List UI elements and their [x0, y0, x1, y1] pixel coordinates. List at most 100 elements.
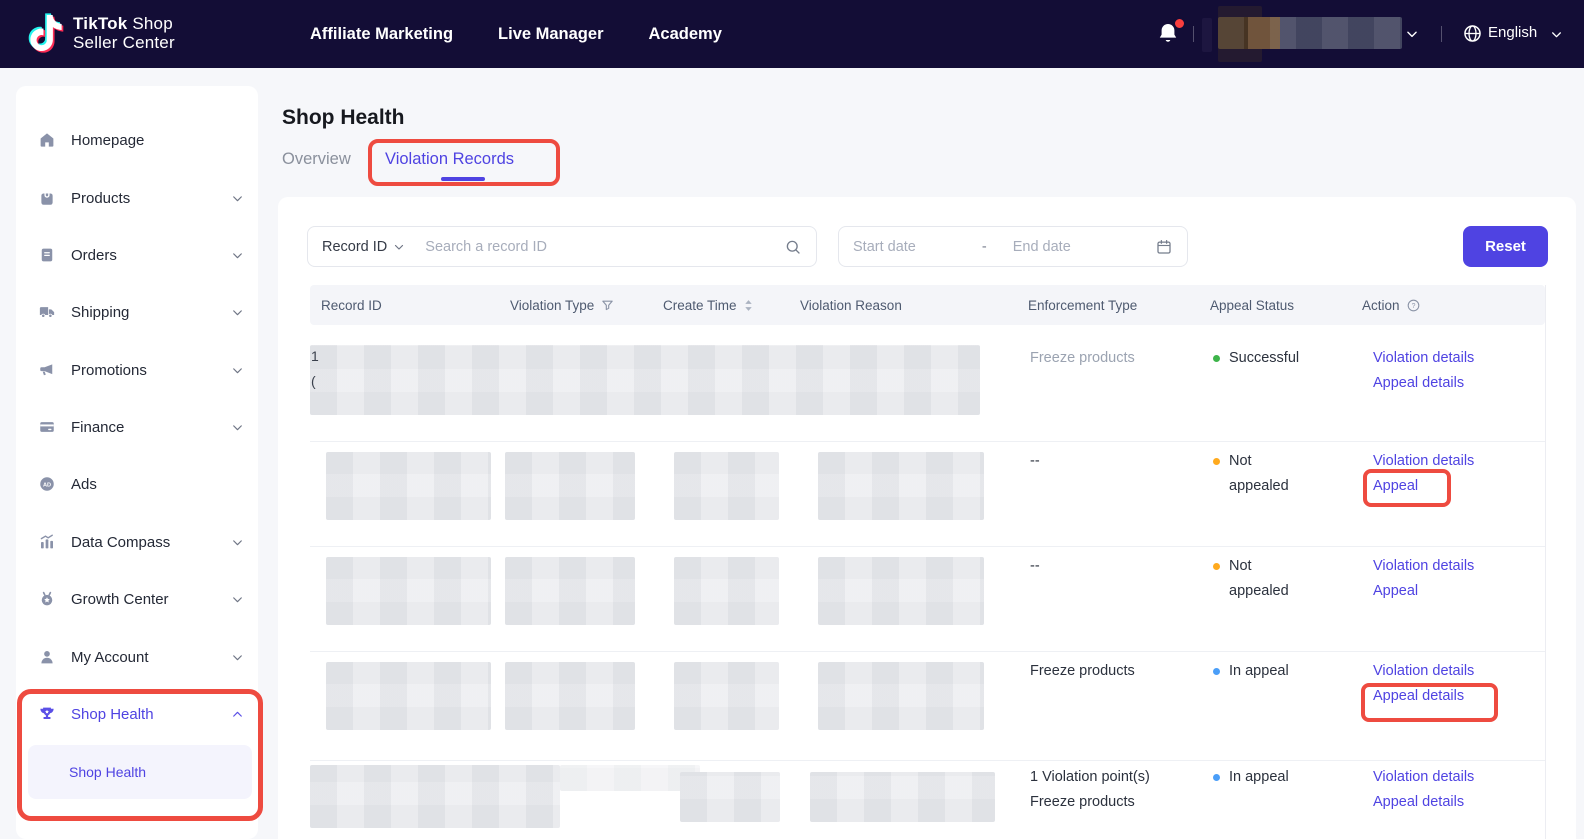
redacted-cell [326, 662, 491, 730]
sidebar-item-my-account[interactable]: My Account [38, 635, 244, 679]
sidebar-item-products[interactable]: Products [38, 176, 244, 220]
end-date-field[interactable]: End date [1013, 239, 1071, 255]
notification-badge [1173, 17, 1186, 30]
table-row[interactable]: 1 Violation point(s) Freeze products In … [310, 760, 1545, 839]
chevron-down-icon [231, 249, 244, 262]
redacted-cell [810, 772, 995, 822]
redacted-cell [818, 662, 984, 730]
sidebar-item-homepage[interactable]: Homepage [38, 118, 244, 162]
chevron-down-icon [231, 306, 244, 319]
chevron-down-icon [231, 421, 244, 434]
violation-details-link[interactable]: Violation details [1373, 346, 1533, 371]
table-row[interactable]: Freeze products In appeal Violation deta… [310, 651, 1545, 761]
sidebar-item-finance[interactable]: Finance [38, 405, 244, 449]
appeal-details-link[interactable]: Appeal details [1373, 684, 1533, 709]
table-row[interactable]: -- Not appealed Violation details Appeal [310, 441, 1545, 547]
violation-details-link[interactable]: Violation details [1373, 449, 1533, 474]
data-compass-icon [38, 533, 56, 551]
chevron-up-icon [231, 708, 244, 721]
navbar-item-live-manager[interactable]: Live Manager [498, 25, 603, 44]
date-range-separator: - [982, 239, 987, 255]
navbar-menu: Affiliate Marketing Live Manager Academy [310, 0, 722, 68]
appeal-details-link[interactable]: Appeal details [1373, 790, 1533, 815]
action-links: Violation details Appeal details [1373, 765, 1533, 815]
notifications-button[interactable] [1156, 21, 1182, 47]
col-appeal-status: Appeal Status [1210, 285, 1294, 325]
tab-violation-records[interactable]: Violation Records [385, 150, 514, 169]
promotions-icon [38, 361, 56, 379]
start-date-field[interactable]: Start date [853, 239, 916, 255]
sidebar-subitem-shop-health[interactable]: Shop Health [28, 745, 252, 799]
enforcement-type: Freeze products [1030, 659, 1205, 684]
shop-health-icon [38, 705, 56, 723]
reset-button[interactable]: Reset [1463, 226, 1548, 267]
app-logo-text: TikTok Shop Seller Center [73, 14, 175, 52]
svg-text:AD: AD [43, 482, 51, 488]
sidebar-item-promotions[interactable]: Promotions [38, 348, 244, 392]
date-range-picker[interactable]: Start date - End date [838, 226, 1188, 267]
chevron-down-icon [393, 241, 405, 253]
navbar-item-academy[interactable]: Academy [649, 25, 722, 44]
violation-details-link[interactable]: Violation details [1373, 659, 1533, 684]
search-icon[interactable] [784, 238, 802, 256]
page-title: Shop Health [282, 106, 405, 130]
products-icon [38, 189, 56, 207]
enforcement-type: -- [1030, 554, 1205, 579]
redacted-cell: 1 ( [310, 345, 980, 415]
tab-overview[interactable]: Overview [282, 150, 351, 169]
calendar-icon [1155, 238, 1173, 256]
appeal-status: In appeal [1213, 659, 1353, 684]
col-enforcement-type: Enforcement Type [1028, 285, 1137, 325]
main-card: Record ID Start date - End date Reset Re… [278, 197, 1576, 839]
navbar-divider [1193, 26, 1194, 42]
sidebar-item-data-compass[interactable]: Data Compass [38, 520, 244, 564]
help-icon[interactable]: ? [1406, 298, 1421, 313]
user-redacted [1202, 18, 1212, 52]
app-logo[interactable]: TikTok Shop Seller Center [28, 13, 175, 53]
table-row[interactable]: -- Not appealed Violation details Appeal [310, 546, 1545, 652]
sidebar-item-orders[interactable]: Orders [38, 233, 244, 277]
col-record-id: Record ID [321, 285, 382, 325]
appeal-link[interactable]: Appeal [1373, 474, 1533, 499]
globe-icon [1462, 23, 1483, 44]
search-input[interactable] [423, 238, 784, 256]
redacted-cell [674, 557, 779, 625]
filter-icon[interactable] [600, 298, 615, 313]
tiktok-logo-icon [28, 13, 64, 53]
redacted-cell [818, 452, 984, 520]
chevron-down-icon[interactable] [1405, 27, 1419, 41]
action-links: Violation details Appeal details [1373, 346, 1533, 396]
chevron-down-icon [231, 364, 244, 377]
user-name-redacted[interactable] [1218, 17, 1402, 49]
navbar-item-affiliate-marketing[interactable]: Affiliate Marketing [310, 25, 453, 44]
svg-text:?: ? [1411, 303, 1415, 310]
sidebar-item-growth-center[interactable]: Growth Center [38, 577, 244, 621]
appeal-status: Successful [1213, 346, 1353, 371]
action-links: Violation details Appeal details [1373, 659, 1533, 709]
violation-details-link[interactable]: Violation details [1373, 765, 1533, 790]
sidebar-item-ads[interactable]: AD Ads [38, 462, 244, 506]
col-violation-type: Violation Type [510, 285, 615, 325]
violation-details-link[interactable]: Violation details [1373, 554, 1533, 579]
growth-center-icon [38, 590, 56, 608]
sort-icon[interactable] [743, 298, 754, 313]
appeal-link[interactable]: Appeal [1373, 579, 1533, 604]
redacted-cell [505, 662, 635, 730]
appeal-details-link[interactable]: Appeal details [1373, 371, 1533, 396]
record-id-selector[interactable]: Record ID [322, 239, 405, 255]
table-row[interactable]: 1 ( Freeze products Successful Violation… [310, 325, 1545, 442]
redacted-cell [505, 557, 635, 625]
language-selector[interactable]: English [1488, 24, 1537, 41]
status-dot [1213, 668, 1220, 675]
status-dot [1213, 774, 1220, 781]
status-dot [1213, 563, 1220, 570]
redacted-cell [505, 452, 635, 520]
chevron-down-icon[interactable] [1550, 28, 1563, 41]
redacted-cell [560, 765, 700, 791]
sidebar-item-shipping[interactable]: Shipping [38, 290, 244, 334]
redacted-cell [680, 772, 780, 822]
redacted-cell [674, 662, 779, 730]
action-links: Violation details Appeal [1373, 449, 1533, 499]
enforcement-type: -- [1030, 449, 1205, 474]
sidebar-item-shop-health[interactable]: Shop Health [38, 692, 244, 736]
